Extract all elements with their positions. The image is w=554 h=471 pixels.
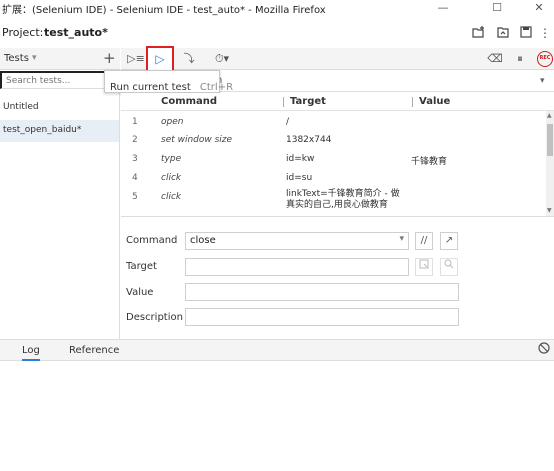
table-row[interactable]: 4 click id=su	[121, 170, 546, 190]
tests-dropdown[interactable]: Tests	[4, 53, 29, 64]
column-header-command: Command	[161, 96, 218, 107]
clear-log-icon[interactable]	[538, 342, 550, 357]
row-command: open	[161, 117, 184, 127]
tab-log[interactable]: Log	[22, 345, 40, 361]
close-window-button[interactable]: ✕	[524, 0, 554, 18]
tooltip-shortcut: Ctrl+R	[199, 82, 234, 93]
row-target: id=su	[286, 173, 313, 183]
playback-toolbar: ▷≡ ⤵ ⏱▾ ⌫ ⏸	[121, 48, 554, 70]
comment-toggle-button[interactable]: //	[415, 232, 433, 250]
open-project-icon[interactable]	[495, 25, 511, 41]
row-target: linkText=千锋教育简介 - 做真实的自己,用良心做教育	[286, 189, 400, 210]
tests-panel: Tests ▾ + Untitled test_open_baidu*	[0, 48, 120, 339]
row-target: /	[286, 117, 290, 127]
test-speed-icon[interactable]: ⏱▾	[207, 48, 237, 70]
column-header-target: Target	[290, 96, 326, 107]
scroll-down-icon[interactable]: ▼	[547, 207, 552, 214]
table-row[interactable]: 5 click linkText=千锋教育简介 - 做真实的自己,用良心做教育	[121, 189, 546, 215]
row-value: 千锋教育	[411, 157, 448, 167]
column-header-value: Value	[419, 96, 451, 107]
window-title-bar: 扩展：(Selenium IDE) - Selenium IDE - test_…	[0, 0, 554, 18]
row-target: 1382x744	[286, 135, 332, 145]
row-number: 3	[132, 154, 138, 164]
search-tests-input[interactable]	[0, 71, 120, 89]
new-project-icon[interactable]	[470, 25, 486, 41]
column-divider	[283, 97, 284, 107]
row-number: 4	[132, 173, 138, 183]
tooltip-text: Run current test	[110, 82, 191, 93]
run-current-test-button[interactable]: ▷	[146, 46, 174, 72]
bottom-panel-tabs: Log Reference	[0, 339, 554, 361]
tab-reference[interactable]: Reference	[69, 345, 119, 356]
row-number: 2	[132, 135, 138, 145]
target-input[interactable]	[185, 258, 409, 276]
row-command: set window size	[161, 135, 233, 145]
maximize-button[interactable]: ☐	[482, 0, 512, 18]
project-name[interactable]: test_auto*	[44, 26, 108, 39]
table-row[interactable]: 3 type id=kw 千锋教育	[121, 151, 546, 171]
description-label: Description	[126, 312, 183, 323]
table-row[interactable]: 2 set window size 1382x744	[121, 132, 546, 152]
project-label: Project:	[2, 26, 44, 39]
window-title: 扩展：(Selenium IDE) - Selenium IDE - test_…	[2, 5, 326, 16]
add-test-icon[interactable]: +	[103, 49, 116, 67]
command-label: Command	[126, 235, 178, 246]
row-target: id=kw	[286, 154, 315, 164]
disable-breakpoints-icon[interactable]: ⌫	[484, 48, 506, 70]
project-bar: Project: test_auto* ⋮	[0, 18, 554, 48]
chevron-down-icon[interactable]: ▾	[540, 76, 545, 86]
command-select-value: close	[190, 235, 216, 246]
row-number: 5	[132, 192, 138, 202]
record-button[interactable]: REC	[537, 51, 553, 67]
chevron-down-icon: ▾	[399, 234, 404, 244]
value-label: Value	[126, 287, 154, 298]
select-target-icon[interactable]	[415, 258, 433, 276]
row-command: click	[161, 173, 182, 183]
pause-icon[interactable]: ⏸	[509, 48, 531, 70]
value-input[interactable]	[185, 283, 459, 301]
column-divider	[412, 97, 413, 107]
table-row[interactable]: 1 open /	[121, 114, 546, 134]
tests-header: Tests ▾ +	[0, 48, 120, 70]
row-number: 1	[132, 117, 138, 127]
table-scrollbar-thumb[interactable]	[547, 124, 553, 156]
chevron-down-icon[interactable]: ▾	[32, 53, 37, 63]
row-command: type	[161, 154, 182, 164]
row-command: click	[161, 192, 182, 202]
description-input[interactable]	[185, 308, 459, 326]
open-reference-icon[interactable]: ↗	[440, 232, 458, 250]
step-over-icon[interactable]: ⤵	[178, 48, 200, 70]
scroll-up-icon[interactable]: ▲	[547, 112, 552, 119]
minimize-button[interactable]: —	[428, 0, 458, 18]
test-item-test-open-baidu[interactable]: test_open_baidu*	[0, 120, 119, 142]
save-project-icon[interactable]	[518, 25, 534, 41]
more-options-icon[interactable]: ⋮	[537, 25, 553, 41]
target-label: Target	[126, 261, 157, 272]
tooltip-run-current-test: Run current test Ctrl+R	[104, 70, 233, 93]
command-editor: Command close ▾ // ↗ Target Value Descri…	[121, 216, 554, 339]
commands-table-header: Command Target Value	[121, 93, 554, 111]
test-item-untitled[interactable]: Untitled	[0, 97, 119, 119]
find-target-icon[interactable]	[440, 258, 458, 276]
run-all-tests-icon[interactable]: ▷≡	[125, 48, 147, 70]
command-select[interactable]: close ▾	[185, 232, 409, 250]
